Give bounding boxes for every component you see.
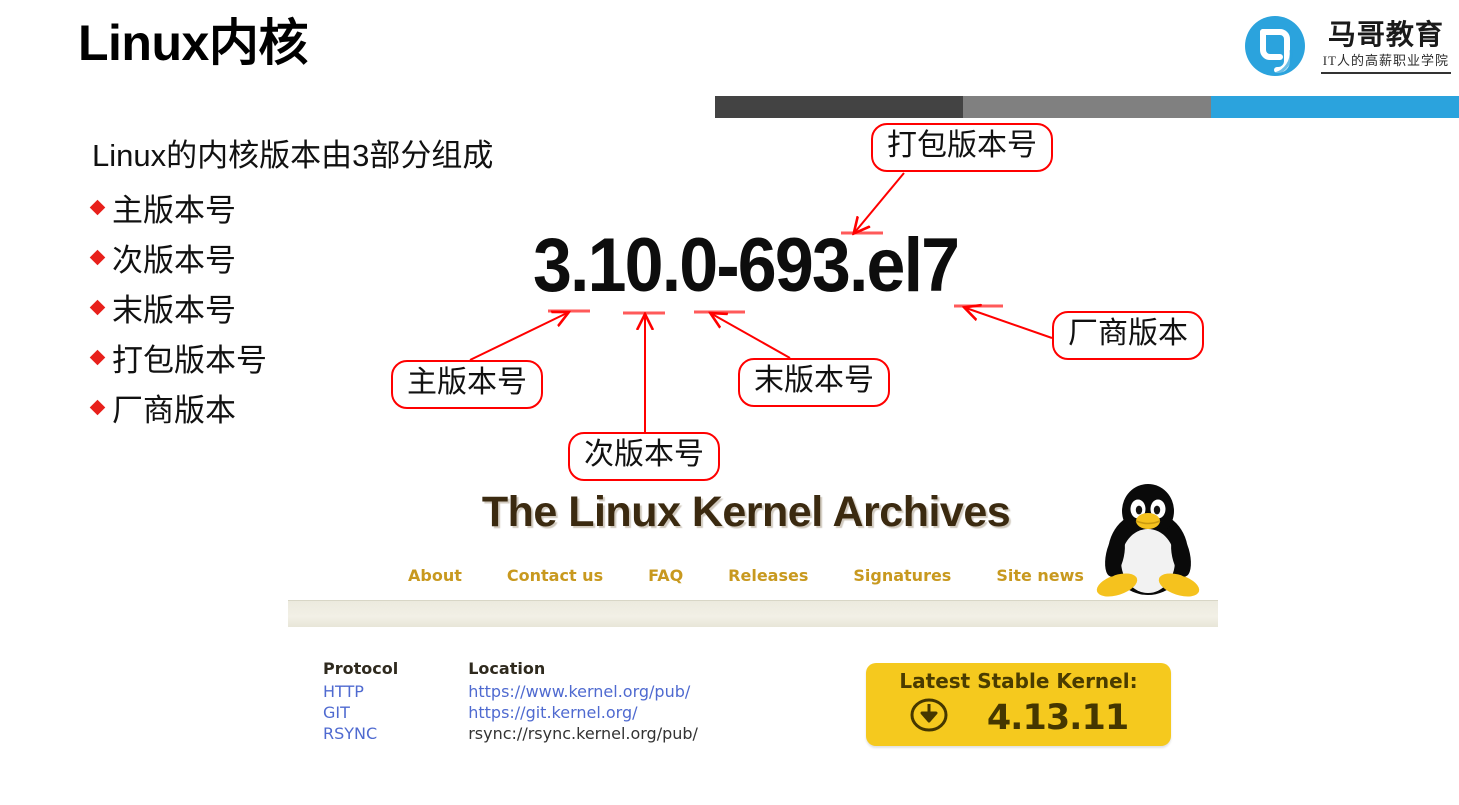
diamond-bullet-icon [89,199,106,215]
color-bar-segment-2 [963,96,1212,118]
callout-patch-version: 末版本号 [738,358,890,407]
callout-major-version: 主版本号 [391,360,543,409]
kernelorg-screenshot: The Linux Kernel Archives About Contact … [288,481,1218,781]
callout-package-version: 打包版本号 [871,123,1053,172]
cell-protocol[interactable]: GIT [323,702,398,723]
column-header-location: Location [468,659,546,678]
latest-stable-kernel-version: 4.13.11 [986,697,1129,738]
diamond-bullet-icon [89,249,106,265]
brand-logo: 马哥教育 IT人的高薪职业学院 [1239,10,1451,82]
cell-protocol[interactable]: HTTP [323,681,398,702]
tux-penguin-logo-icon [1083,481,1213,601]
brand-name: 马哥教育 [1327,19,1444,51]
kernelorg-site-title: The Linux Kernel Archives [481,488,1011,536]
nav-link-contact-us[interactable]: Contact us [507,566,603,585]
download-arrow-icon [909,695,949,740]
color-bar-segment-3 [1211,96,1459,118]
column-header-protocol: Protocol [323,659,399,678]
table-row: GIT https://git.kernel.org/ [323,702,698,723]
kernel-version-string: 3.10.0-693.el7 [533,223,960,308]
decorative-color-bar [715,96,1459,118]
kernelorg-banner-strip [288,600,1218,627]
brand-tagline: IT人的高薪职业学院 [1320,49,1451,74]
cell-location: rsync://rsync.kernel.org/pub/ [468,724,698,743]
nav-link-about[interactable]: About [408,566,462,585]
list-item-label: 末版本号 [112,292,236,328]
diamond-bullet-icon [89,399,106,415]
nav-link-faq[interactable]: FAQ [648,566,683,585]
color-bar-segment-1 [715,96,964,118]
cell-protocol[interactable]: RSYNC [323,723,398,744]
cell-location[interactable]: https://git.kernel.org/ [398,702,698,723]
cell-location[interactable]: https://www.kernel.org/pub/ [398,681,698,702]
page-title: Linux内核 [78,15,308,71]
list-item-label: 主版本号 [112,192,236,228]
nav-link-site-news[interactable]: Site news [996,566,1084,585]
slide-canvas: Linux内核 马哥教育 IT人的高薪职业学院 Linux的内核版本由3部分组成… [0,0,1459,805]
table-row: RSYNC rsync://rsync.kernel.org/pub/ [323,723,698,744]
list-item-label: 次版本号 [112,242,236,278]
list-item: 主版本号 [89,182,512,232]
intro-text: Linux的内核版本由3部分组成 [92,138,494,173]
table-header-row: Protocol Location [323,659,698,681]
list-item: 次版本号 [89,232,512,282]
list-item: 末版本号 [89,282,512,332]
latest-stable-kernel-label: Latest Stable Kernel: [899,669,1138,693]
latest-stable-kernel-row: 4.13.11 [909,695,1129,740]
list-item-label: 厂商版本 [112,392,236,428]
table-row: HTTP https://www.kernel.org/pub/ [323,681,698,702]
latest-stable-kernel-button[interactable]: Latest Stable Kernel: 4.13.11 [866,663,1171,746]
nav-link-releases[interactable]: Releases [728,566,808,585]
nav-link-signatures[interactable]: Signatures [853,566,951,585]
callout-minor-version: 次版本号 [568,432,720,481]
callout-vendor-version: 厂商版本 [1052,311,1204,360]
brand-text: 马哥教育 IT人的高薪职业学院 [1320,18,1451,74]
kernelorg-nav: About Contact us FAQ Releases Signatures… [366,566,1126,585]
diamond-bullet-icon [89,299,106,315]
magedu-circle-logo-icon [1239,10,1311,82]
kernelorg-mirrors-table: Protocol Location HTTP https://www.kerne… [323,659,698,744]
list-item-label: 打包版本号 [112,342,267,378]
diamond-bullet-icon [89,349,106,365]
